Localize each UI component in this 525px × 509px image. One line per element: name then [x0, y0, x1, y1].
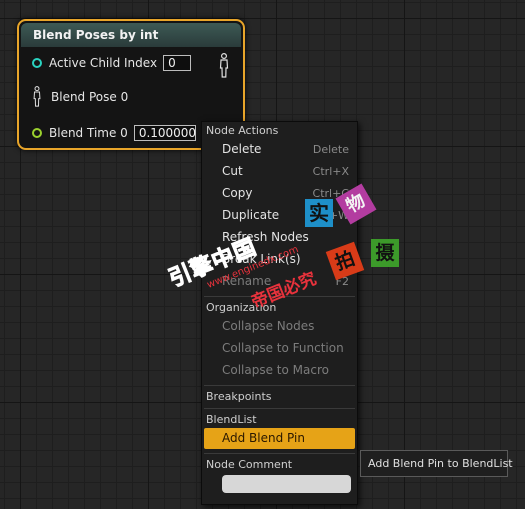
menu-item-collapse-to-macro[interactable]: Collapse to Macro — [204, 360, 355, 381]
menu-item-shortcut: Ctrl+X — [312, 165, 349, 178]
pose-pin-icon[interactable] — [32, 85, 42, 109]
menu-item-shortcut: Delete — [312, 143, 349, 156]
node-actions-header: Node Actions — [206, 124, 279, 137]
blend-time-pin[interactable]: Blend Time 0 0.100000 — [32, 125, 196, 141]
blendlist-header: BlendList — [206, 413, 257, 426]
menu-item-label: Delete — [222, 142, 262, 156]
node-title: Blend Poses by int — [21, 23, 241, 47]
menu-item-delete[interactable]: Delete Delete — [204, 139, 355, 160]
menu-item-label: Duplicate — [222, 208, 280, 222]
menu-item-label: Copy — [222, 186, 253, 200]
menu-item-label: Cut — [222, 164, 243, 178]
active-child-index-label: Active Child Index — [49, 56, 158, 70]
node-comment-header: Node Comment — [206, 458, 293, 471]
menu-divider — [204, 385, 355, 386]
blend-pose-label: Blend Pose 0 — [51, 90, 129, 104]
breakpoints-header: Breakpoints — [206, 390, 272, 403]
active-child-index-field[interactable]: 0 — [163, 55, 192, 71]
menu-item-collapse-to-function[interactable]: Collapse to Function — [204, 338, 355, 359]
blend-pose-pin[interactable]: Blend Pose 0 — [32, 85, 128, 109]
menu-item-add-blend-pin[interactable]: Add Blend Pin — [204, 428, 355, 449]
output-pose-icon[interactable] — [218, 53, 230, 79]
float-pin-icon[interactable] — [32, 128, 42, 138]
menu-divider — [204, 408, 355, 409]
add-blend-pin-tooltip: Add Blend Pin to BlendList — [360, 450, 513, 477]
blend-time-field[interactable]: 0.100000 — [133, 125, 196, 141]
node-comment-input[interactable] — [222, 475, 351, 493]
menu-item-collapse-nodes[interactable]: Collapse Nodes — [204, 316, 355, 337]
context-menu: Node Actions Delete Delete Cut Ctrl+X Co… — [201, 121, 358, 505]
watermark-tile: 实 — [305, 199, 333, 227]
menu-item-cut[interactable]: Cut Ctrl+X — [204, 161, 355, 182]
watermark-tile: 摄 — [371, 239, 399, 267]
int-pin-icon[interactable] — [32, 58, 42, 68]
blend-time-label: Blend Time 0 — [49, 126, 128, 140]
active-child-index-pin[interactable]: Active Child Index 0 — [32, 55, 192, 71]
menu-divider — [204, 453, 355, 454]
